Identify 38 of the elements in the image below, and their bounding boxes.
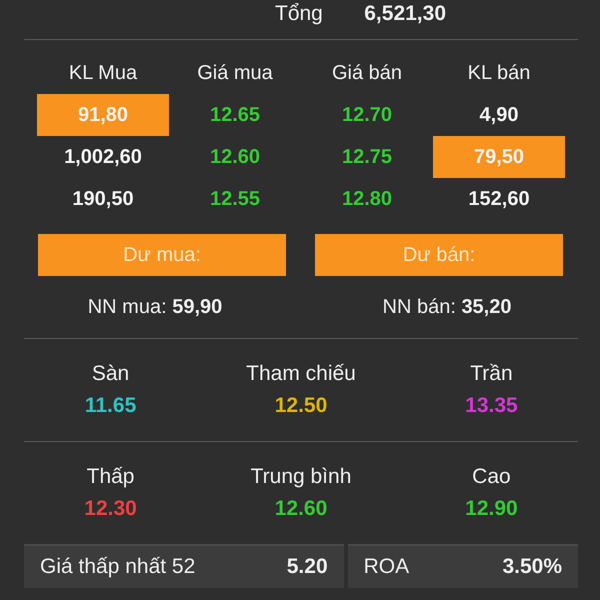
- surplus-bar: Dư bán:: [315, 234, 563, 276]
- column-header: KL bán: [466, 60, 532, 86]
- stat-value: 3.50%: [502, 554, 562, 580]
- price-value: 12.50: [274, 394, 328, 418]
- bid-volume: 190,50: [71, 186, 135, 212]
- bid-price: 12.55: [208, 186, 262, 212]
- column-header: Giá mua: [196, 60, 274, 86]
- price-label: Thấp: [86, 465, 136, 489]
- total-value: 6,521,30: [364, 4, 446, 24]
- bid-price: 12.60: [208, 144, 262, 170]
- price-label: Cao: [471, 465, 512, 489]
- price-value: 13.35: [464, 394, 519, 418]
- price-value: 12.60: [274, 497, 328, 521]
- ask-volume: 152,60: [467, 186, 531, 212]
- column-header: Giá bán: [330, 60, 404, 86]
- stat-label: Giá thấp nhất 52: [40, 554, 196, 580]
- stat-value: 5.20: [286, 554, 328, 580]
- ask-price: 12.75: [340, 144, 394, 170]
- price-label: Trung bình: [250, 465, 352, 489]
- bid-price: 12.65: [208, 102, 262, 128]
- price-value: 12.30: [83, 497, 138, 521]
- surplus-bar: Dư mua:: [38, 234, 286, 276]
- total-label: Tổng: [275, 4, 323, 24]
- price-label: Sàn: [90, 362, 130, 386]
- ask-volume: 4,90: [478, 102, 520, 128]
- ask-price: 12.70: [340, 102, 394, 128]
- price-label: Trần: [469, 362, 514, 386]
- column-header: KL Mua: [68, 60, 138, 86]
- foreign-trade: NN bán: 35,20: [382, 294, 512, 320]
- ask-volume: 79,50: [433, 136, 565, 178]
- price-label: Tham chiếu: [245, 362, 357, 386]
- ask-price: 12.80: [340, 186, 394, 212]
- bid-volume: 91,80: [37, 94, 169, 136]
- price-value: 11.65: [84, 394, 138, 418]
- foreign-trade: NN mua: 59,90: [86, 294, 224, 320]
- bid-volume: 1,002,60: [63, 144, 143, 170]
- stat-label: ROA: [364, 554, 410, 580]
- price-value: 12.90: [464, 497, 519, 521]
